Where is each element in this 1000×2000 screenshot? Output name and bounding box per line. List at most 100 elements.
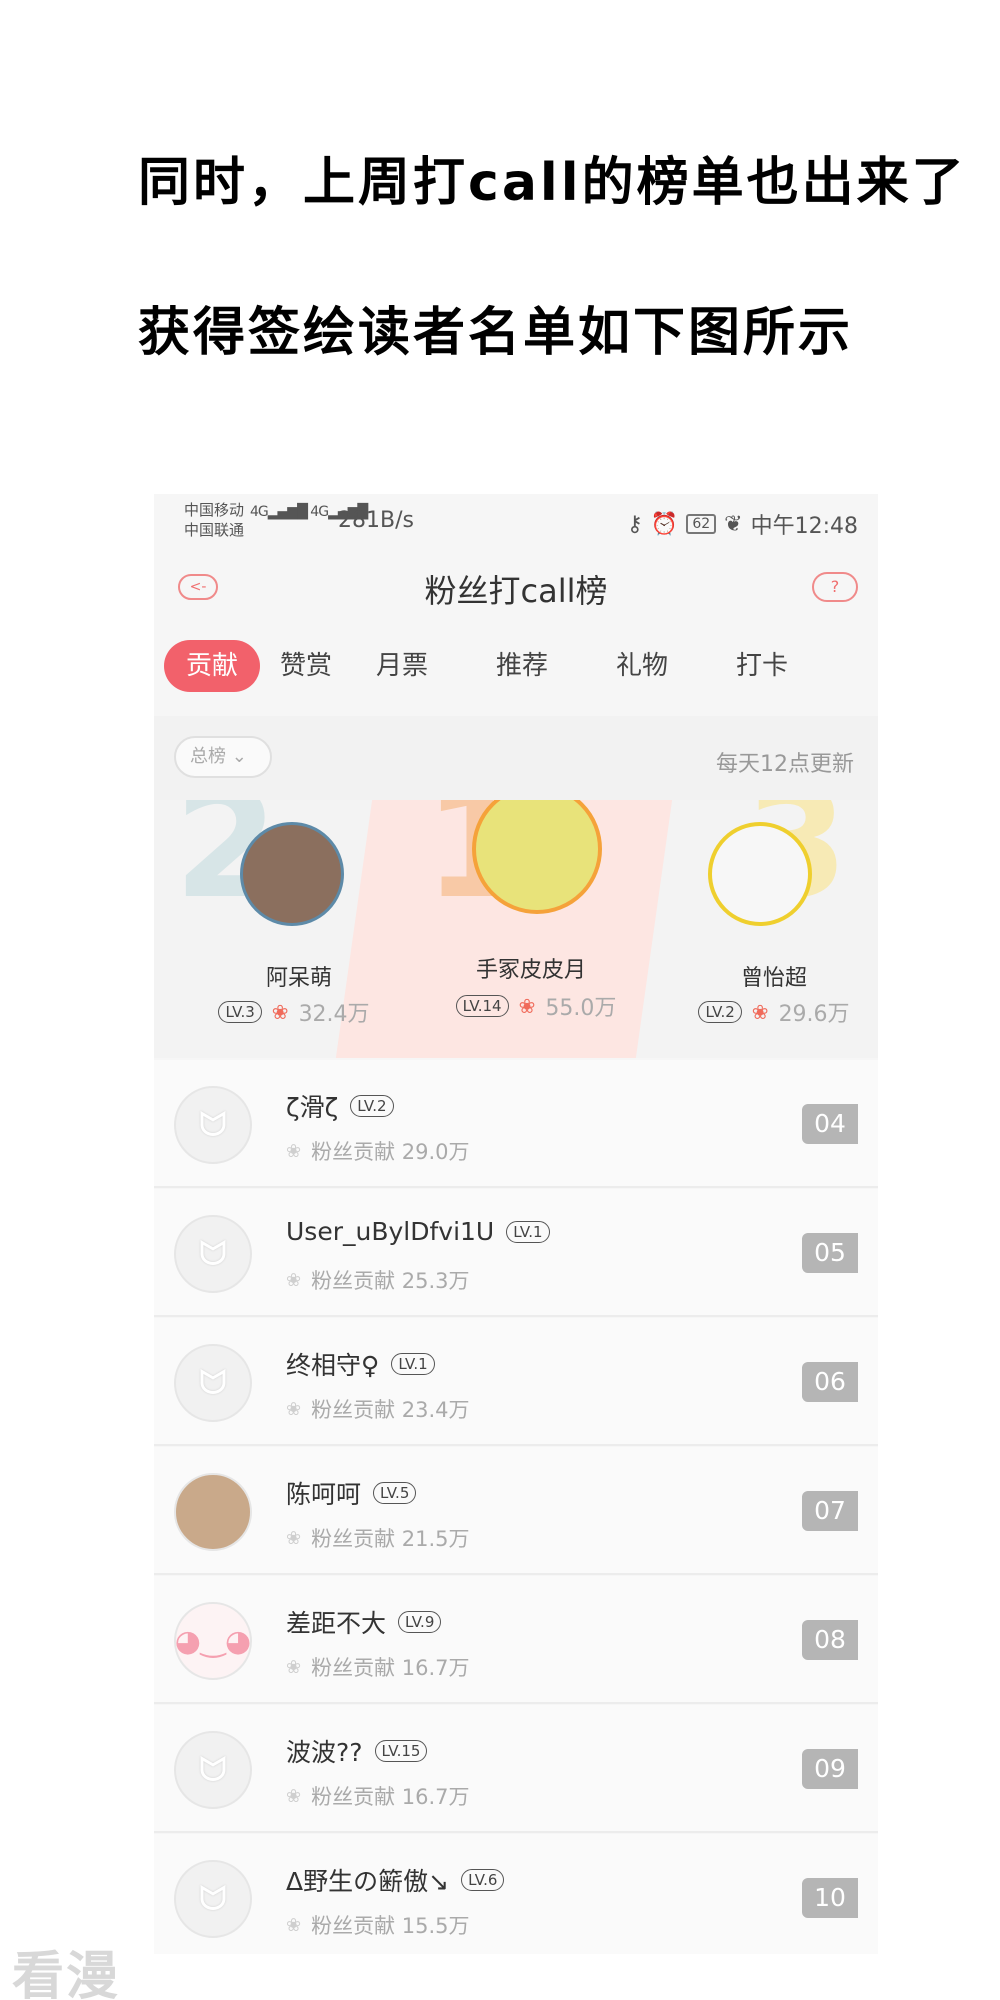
level-badge: LV.5 (373, 1482, 417, 1504)
bunny-icon: ᗢ (198, 1879, 228, 1919)
signal-1-label: 4G (250, 504, 269, 520)
rank-badge: 06 (802, 1362, 858, 1402)
carrier-labels: 中国移动 中国联通 (184, 500, 244, 540)
bunny-icon: ᗢ (198, 1105, 228, 1145)
user-name: 差距不大 (286, 1609, 387, 1638)
flower-icon: ❀ (286, 1398, 302, 1420)
user-name: Δ野生の簖傲↘ (286, 1867, 450, 1896)
level-badge: LV.3 (218, 1001, 262, 1023)
avatar[interactable]: ᗢ (174, 1731, 252, 1809)
top-three-podium: 2 1 3 阿呆萌 手冢皮皮月 曾怡超 LV.3 ❀ 32.4万 LV.14 ❀… (154, 800, 878, 1058)
list-item[interactable]: ᗢ ζ滑ζ LV.2 ❀ 粉丝贡献 29.0万 04 (154, 1060, 878, 1188)
rank-badge: 10 (802, 1878, 858, 1918)
list-item[interactable]: ᗢ Δ野生の簖傲↘ LV.6 ❀ 粉丝贡献 15.5万 10 (154, 1834, 878, 1954)
rank-badge: 09 (802, 1749, 858, 1789)
avatar[interactable] (240, 822, 344, 926)
signal-2-label: 4G (310, 504, 329, 520)
list-item[interactable]: ᗢ 波波?? LV.15 ❀ 粉丝贡献 16.7万 09 (154, 1705, 878, 1833)
update-note: 每天12点更新 (716, 752, 854, 777)
avatar[interactable]: ᗢ (174, 1344, 252, 1422)
podium-value-2: 32.4万 (298, 1002, 370, 1027)
podium-meta-3: LV.2 ❀ 29.6万 (654, 996, 878, 1028)
podium-name-2: 阿呆萌 (265, 966, 332, 991)
level-badge: LV.1 (391, 1353, 435, 1375)
contribution-value: 粉丝贡献 16.7万 (311, 1656, 470, 1680)
key-icon: ⚷ (626, 511, 643, 537)
flower-icon: ❀ (271, 1000, 289, 1024)
list-item[interactable]: 陈呵呵 LV.5 ❀ 粉丝贡献 21.5万 07 (154, 1447, 878, 1575)
contribution-value: 粉丝贡献 23.4万 (311, 1398, 470, 1422)
battery-icon: 62 (686, 514, 717, 534)
list-item[interactable]: ◕‿◕ 差距不大 LV.9 ❀ 粉丝贡献 16.7万 08 (154, 1576, 878, 1704)
rank-badge: 08 (802, 1620, 858, 1660)
ranking-scope-value: 总榜 (190, 746, 226, 767)
watermark: 看漫 (12, 1947, 121, 2000)
tab-contribution[interactable]: 贡献 (164, 640, 260, 692)
list-item[interactable]: ᗢ 终相守♀ LV.1 ❀ 粉丝贡献 23.4万 06 (154, 1318, 878, 1446)
user-name: 终相守♀ (286, 1351, 380, 1380)
network-speed: 281B/s (338, 508, 414, 533)
user-name: 陈呵呵 (286, 1480, 362, 1509)
status-bar: 中国移动 中国联通 4G▂▄▆█ 4G▂▄▆█ 281B/s ⚷ ⏰ 62 ❦ … (154, 494, 878, 550)
user-name: User_uBylDfvi1U (286, 1217, 495, 1246)
bunny-icon: ᗢ (198, 1750, 228, 1790)
caption-line-2: 获得签绘读者名单如下图所示 (138, 303, 854, 363)
contribution-value: 粉丝贡献 25.3万 (311, 1269, 470, 1293)
tab-gift[interactable]: 礼物 (594, 640, 690, 692)
avatar[interactable]: ᗢ (174, 1086, 252, 1164)
bunny-icon: ᗢ (198, 1363, 228, 1403)
flower-icon: ❀ (286, 1785, 302, 1807)
user-name: ζ滑ζ (286, 1093, 339, 1122)
flower-icon: ❀ (286, 1269, 302, 1291)
rank-badge: 05 (802, 1233, 858, 1273)
tab-recommend[interactable]: 推荐 (474, 640, 570, 692)
alarm-icon: ⏰ (650, 511, 679, 537)
avatar[interactable]: ◕‿◕ (174, 1602, 252, 1680)
rank-badge: 07 (802, 1491, 858, 1531)
podium-value-3: 29.6万 (778, 1002, 850, 1027)
help-button[interactable]: ? (812, 572, 858, 602)
podium-meta-1: LV.14 ❀ 55.0万 (416, 990, 656, 1022)
level-badge: LV.9 (398, 1611, 442, 1633)
cartoon-face-icon: ◕‿◕ (174, 1623, 252, 1659)
level-badge: LV.15 (374, 1740, 428, 1762)
podium-value-1: 55.0万 (545, 996, 617, 1021)
page-title: 粉丝打call榜 (424, 572, 608, 610)
flower-icon: ❀ (751, 1000, 769, 1024)
level-badge: LV.2 (698, 1001, 742, 1023)
phone-screenshot: 中国移动 中国联通 4G▂▄▆█ 4G▂▄▆█ 281B/s ⚷ ⏰ 62 ❦ … (154, 494, 878, 1954)
flower-icon: ❀ (286, 1914, 302, 1936)
carrier-1: 中国移动 (184, 501, 245, 519)
contribution-value: 粉丝贡献 16.7万 (311, 1785, 470, 1809)
level-badge: LV.6 (461, 1869, 505, 1891)
app-header: <- 粉丝打call榜 ? (154, 550, 878, 620)
avatar[interactable]: ᗢ (174, 1860, 252, 1938)
rank-badge: 04 (802, 1104, 858, 1144)
filter-bar: 总榜 ⌄ 每天12点更新 (154, 716, 878, 800)
caption-line-1: 同时，上周打call的榜单也出来了 (138, 153, 967, 213)
avatar[interactable] (708, 822, 812, 926)
tab-monthly-ticket[interactable]: 月票 (354, 640, 450, 692)
user-name: 波波?? (286, 1738, 363, 1767)
tab-checkin[interactable]: 打卡 (714, 640, 810, 692)
flower-icon: ❀ (286, 1656, 302, 1678)
level-badge: LV.1 (506, 1220, 550, 1243)
list-item[interactable]: ᗢ User_uBylDfvi1U LV.1 ❀ 粉丝贡献 25.3万 05 (154, 1189, 878, 1317)
chevron-down-icon: ⌄ (231, 746, 247, 767)
clock-time: 中午12:48 (750, 514, 858, 539)
flower-icon: ❀ (518, 994, 536, 1018)
avatar[interactable] (174, 1473, 252, 1551)
ranking-scope-select[interactable]: 总榜 ⌄ (174, 736, 272, 778)
flower-icon: ❀ (286, 1140, 302, 1162)
podium-meta-2: LV.3 ❀ 32.4万 (174, 996, 414, 1028)
level-badge: LV.2 (350, 1095, 394, 1117)
flower-icon: ❀ (286, 1527, 302, 1549)
contribution-value: 粉丝贡献 29.0万 (311, 1140, 470, 1164)
tab-bar: 贡献 赞赏 月票 推荐 礼物 打卡 (154, 620, 878, 700)
level-badge: LV.14 (455, 995, 509, 1017)
avatar[interactable]: ᗢ (174, 1215, 252, 1293)
leaf-icon: ❦ (724, 511, 743, 537)
tab-appreciation[interactable]: 赞赏 (258, 640, 354, 692)
podium-name-1: 手冢皮皮月 (475, 958, 586, 983)
contribution-value: 粉丝贡献 15.5万 (311, 1914, 470, 1938)
